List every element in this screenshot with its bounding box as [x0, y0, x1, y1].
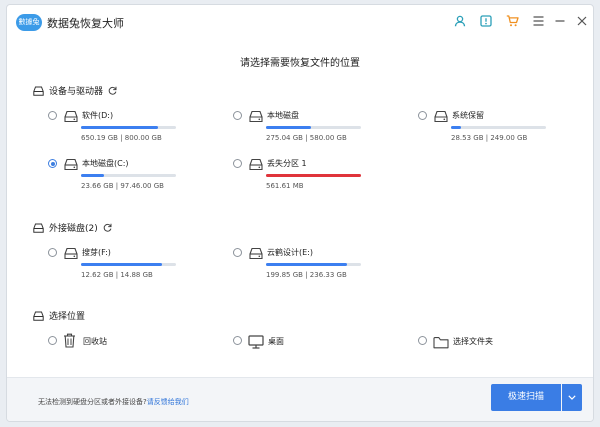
drive-radio[interactable] [418, 111, 427, 120]
app-window: 數據兔 数据兔恢复大师 请选择需要恢复文件的位置 设备与驱动器 软件(D:) 6… [6, 4, 594, 422]
drive-item-software-d[interactable]: 软件(D:) 650.19 GB | 800.00 GB [48, 110, 208, 146]
drive-radio[interactable] [48, 248, 57, 257]
minimize-icon[interactable] [553, 14, 567, 28]
close-icon[interactable] [575, 14, 589, 28]
drive-item-local-disk-c[interactable]: 本地磁盘(C:) 23.66 GB | 97.46.00 GB [48, 158, 208, 194]
quick-scan-button[interactable]: 极速扫描 [491, 384, 561, 411]
section-locations-label: 选择位置 [49, 312, 86, 322]
location-radio[interactable] [48, 336, 57, 345]
drive-usage-bar [81, 263, 176, 266]
page-heading: 请选择需要恢复文件的位置 [240, 58, 360, 69]
drive-usage-fill [266, 126, 311, 129]
location-label: 回收站 [83, 337, 107, 346]
drive-radio-selected[interactable] [48, 159, 57, 168]
drive-usage-fill [266, 263, 347, 266]
location-label: 桌面 [268, 337, 284, 346]
drive-item-local-disk[interactable]: 本地磁盘 275.04 GB | 580.00 GB [233, 110, 393, 146]
user-icon[interactable] [453, 14, 467, 28]
drive-usage-fill [81, 126, 158, 129]
drive-capacity: 275.04 GB | 580.00 GB [266, 134, 347, 142]
section-external-header: 外接磁盘(2) [33, 221, 112, 234]
menu-icon[interactable] [531, 14, 545, 28]
app-logo: 數據兔 [16, 14, 42, 31]
drive-capacity: 650.19 GB | 800.00 GB [81, 134, 162, 142]
hard-drive-icon [64, 156, 78, 175]
drive-usage-fill [451, 126, 462, 129]
cart-icon[interactable] [505, 14, 519, 28]
drive-usage-bar [451, 126, 546, 129]
external-drive-section-icon [33, 223, 44, 233]
drive-usage-fill [266, 174, 361, 177]
app-title: 数据兔恢复大师 [47, 17, 124, 30]
drive-capacity: 561.61 MB [266, 182, 304, 190]
drive-capacity: 199.85 GB | 236.33 GB [266, 271, 347, 279]
footer-message: 无法检测到硬盘分区或者外接设备?请反馈给我们 [38, 398, 189, 406]
drive-name: 丢失分区 1 [267, 159, 307, 168]
location-choose-folder[interactable]: 选择文件夹 [418, 333, 568, 349]
hard-drive-icon [64, 245, 78, 264]
drive-name: 系统保留 [452, 111, 484, 120]
location-section-icon [33, 311, 44, 321]
location-desktop[interactable]: 桌面 [233, 333, 383, 349]
drive-capacity: 23.66 GB | 97.46.00 GB [81, 182, 164, 190]
location-label: 选择文件夹 [453, 337, 493, 346]
location-radio[interactable] [418, 336, 427, 345]
folder-icon [433, 334, 449, 353]
drive-name: 本地磁盘 [267, 111, 299, 120]
drive-capacity: 28.53 GB | 249.00 GB [451, 134, 528, 142]
drive-usage-bar [81, 126, 176, 129]
drive-usage-bar [266, 263, 361, 266]
section-drives-label: 设备与驱动器 [49, 87, 104, 97]
recycle-bin-icon [63, 333, 76, 352]
drive-usage-bar [81, 174, 176, 177]
drive-name: 本地磁盘(C:) [82, 159, 129, 168]
hard-drive-icon [64, 108, 78, 127]
drive-usage-fill [81, 263, 162, 266]
section-drives-header: 设备与驱动器 [33, 84, 117, 97]
drive-item-system-reserved[interactable]: 系统保留 28.53 GB | 249.00 GB [418, 110, 578, 146]
drive-item-lost-partition[interactable]: 丢失分区 1 561.61 MB [233, 158, 393, 194]
chevron-down-icon [568, 395, 576, 400]
drive-item-external-e[interactable]: 云鹤设计(E:) 199.85 GB | 236.33 GB [233, 247, 393, 283]
location-radio[interactable] [233, 336, 242, 345]
feedback-link[interactable]: 请反馈给我们 [147, 398, 189, 406]
drive-usage-bar [266, 126, 361, 129]
refresh-icon[interactable] [103, 223, 112, 232]
hard-drive-icon [249, 156, 263, 175]
drive-name: 搜芽(F:) [82, 248, 111, 257]
drive-capacity: 12.62 GB | 14.88 GB [81, 271, 153, 279]
footer-bar: 无法检测到硬盘分区或者外接设备?请反馈给我们 极速扫描 [7, 377, 593, 421]
drive-name: 云鹤设计(E:) [267, 248, 313, 257]
section-external-label: 外接磁盘(2) [49, 224, 98, 234]
drive-usage-fill [81, 174, 104, 177]
refresh-icon[interactable] [108, 86, 117, 95]
feedback-icon[interactable] [479, 14, 493, 28]
scan-options-dropdown[interactable] [562, 384, 582, 411]
drive-radio[interactable] [233, 111, 242, 120]
location-recycle-bin[interactable]: 回收站 [48, 333, 198, 349]
drive-item-external-f[interactable]: 搜芽(F:) 12.62 GB | 14.88 GB [48, 247, 208, 283]
drive-radio[interactable] [48, 111, 57, 120]
drive-section-icon [33, 86, 44, 96]
title-bar: 數據兔 数据兔恢复大师 [7, 5, 593, 39]
hard-drive-icon [434, 108, 448, 127]
section-locations-header: 选择位置 [33, 309, 85, 322]
hard-drive-icon [249, 108, 263, 127]
drive-name: 软件(D:) [82, 111, 114, 120]
drive-usage-bar [266, 174, 361, 177]
drive-radio[interactable] [233, 248, 242, 257]
drive-radio[interactable] [233, 159, 242, 168]
hard-drive-icon [249, 245, 263, 264]
desktop-icon [248, 334, 264, 353]
